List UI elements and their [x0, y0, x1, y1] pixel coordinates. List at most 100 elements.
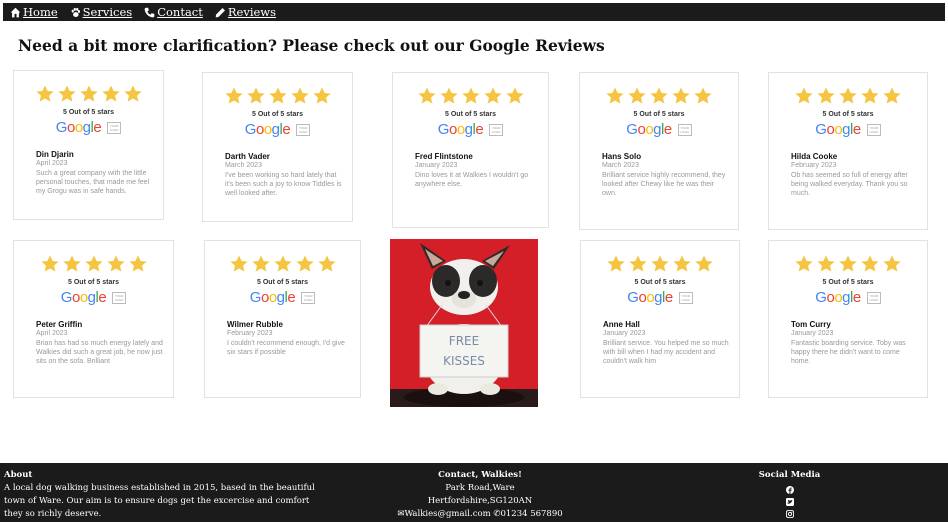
paw-icon: [71, 7, 80, 17]
star-icon: [106, 255, 125, 272]
star-icon: [505, 87, 524, 104]
google-wordmark: Google: [815, 289, 861, 306]
star-icon: [795, 255, 813, 272]
page-title: Need a bit more clarification? Please ch…: [18, 36, 605, 55]
star-icon: [694, 87, 712, 104]
footer-phone[interactable]: 01234 567890: [500, 509, 562, 519]
review-text: Fantastic boarding service. Toby was hap…: [791, 340, 906, 365]
your-logo-badge: YOUR LOGO: [866, 291, 881, 304]
dog-photo: FREE KISSES: [390, 239, 538, 407]
footer: About A local dog walking business estab…: [0, 463, 948, 522]
review-date: January 2023: [603, 330, 646, 337]
footer-email[interactable]: Walkies@gmail.com: [404, 509, 490, 519]
star-icon: [672, 87, 690, 104]
star-icon: [483, 87, 502, 104]
your-logo-badge: YOUR LOGO: [112, 291, 127, 304]
star-icon: [312, 87, 331, 104]
star-rating: [393, 86, 548, 106]
your-logo-badge: YOUR LOGO: [296, 123, 311, 136]
star-rating: [14, 84, 163, 104]
star-icon: [606, 87, 624, 104]
star-icon: [417, 87, 436, 104]
facebook-icon[interactable]: [785, 486, 794, 494]
star-icon: [35, 85, 54, 102]
nav-home-label: Home: [23, 5, 58, 19]
google-logo: Google YOUR LOGO: [203, 121, 352, 138]
your-logo-badge: YOUR LOGO: [107, 121, 122, 134]
rating-text: 5 Out of 5 stars: [633, 111, 685, 118]
star-icon: [883, 87, 901, 104]
review-card: 5 Out of 5 stars Google YOUR LOGO Hans Solo…: [579, 72, 739, 230]
reviewer-name: Tom Curry: [791, 320, 831, 329]
rating-text: 5 Out of 5 stars: [252, 111, 303, 118]
star-rating: [205, 254, 360, 274]
review-text: Brian has had so much energy lately and …: [36, 340, 163, 365]
review-card: 5 Out of 5 stars Google YOUR LOGO Tom Curry…: [768, 240, 928, 398]
review-text: I've been working so hard lately that it…: [225, 172, 342, 197]
instagram-icon[interactable]: [785, 510, 794, 518]
star-icon: [817, 87, 835, 104]
star-icon: [62, 255, 81, 272]
google-wordmark: Google: [244, 121, 291, 138]
star-rating: [203, 86, 352, 106]
reviewer-name: Din Djarin: [36, 150, 74, 159]
star-icon: [628, 87, 646, 104]
review-text: Such a great company with the little per…: [36, 170, 150, 195]
pencil-icon: [215, 7, 225, 17]
home-icon: [10, 7, 21, 17]
rating-text: 5 Out of 5 stars: [63, 109, 114, 116]
star-icon: [650, 87, 668, 104]
google-wordmark: Google: [626, 121, 672, 138]
star-icon: [229, 255, 248, 272]
review-text: Brilliant service highly recommend, they…: [602, 172, 726, 197]
twitter-icon[interactable]: [785, 498, 794, 506]
nav-reviews-link[interactable]: Reviews: [215, 5, 276, 19]
review-text: Ob has seemed so full of energy after be…: [791, 172, 908, 197]
star-icon: [839, 255, 857, 272]
nav-home-link[interactable]: Home: [10, 5, 58, 19]
review-date: January 2023: [415, 162, 458, 169]
google-logo: Google YOUR LOGO: [769, 289, 927, 306]
star-icon: [861, 87, 879, 104]
star-icon: [79, 85, 98, 102]
review-date: March 2023: [225, 162, 262, 169]
reviewer-name: Wilmer Rubble: [227, 320, 283, 329]
google-wordmark: Google: [437, 121, 484, 138]
google-wordmark: Google: [815, 121, 861, 138]
sign-text-line1: FREE: [449, 334, 479, 348]
review-card: 5 Out of 5 stars Google YOUR LOGO Hilda Coo…: [768, 72, 928, 230]
star-icon: [317, 255, 336, 272]
footer-about-title: About: [4, 470, 33, 480]
google-logo: Google YOUR LOGO: [14, 119, 163, 136]
google-wordmark: Google: [55, 119, 102, 136]
sign-text-line2: KISSES: [443, 354, 485, 368]
review-card: 5 Out of 5 stars Google YOUR LOGO Fred Flin…: [392, 72, 549, 228]
review-card: 5 Out of 5 stars Google YOUR LOGO Peter Gri…: [13, 240, 174, 398]
star-icon: [128, 255, 147, 272]
star-icon: [101, 85, 120, 102]
reviewer-name: Peter Griffin: [36, 320, 83, 329]
rating-text: 5 Out of 5 stars: [257, 279, 308, 286]
your-logo-badge: YOUR LOGO: [866, 123, 881, 136]
french-bulldog-image: FREE KISSES: [390, 239, 538, 407]
star-icon: [268, 87, 287, 104]
review-date: April 2023: [36, 160, 68, 167]
footer-social: Social Media: [742, 469, 837, 518]
google-wordmark: Google: [627, 289, 673, 306]
footer-about: About A local dog walking business estab…: [4, 469, 324, 521]
google-logo: Google YOUR LOGO: [769, 121, 927, 138]
rating-text: 5 Out of 5 stars: [68, 279, 119, 286]
reviewer-name: Hilda Cooke: [791, 152, 838, 161]
nav-services-link[interactable]: Services: [70, 5, 132, 19]
star-rating: [580, 86, 738, 106]
nav-contact-link[interactable]: Contact: [144, 5, 203, 19]
star-icon: [673, 255, 691, 272]
star-icon: [57, 85, 76, 102]
reviewer-name: Fred Flintstone: [415, 152, 473, 161]
rating-text: 5 Out of 5 stars: [822, 279, 874, 286]
google-wordmark: Google: [60, 289, 107, 306]
footer-about-text: A local dog walking business established…: [4, 483, 315, 519]
star-icon: [251, 255, 270, 272]
rating-text: 5 Out of 5 stars: [634, 279, 686, 286]
review-text: Brilliant service. You helped me so much…: [603, 340, 729, 365]
